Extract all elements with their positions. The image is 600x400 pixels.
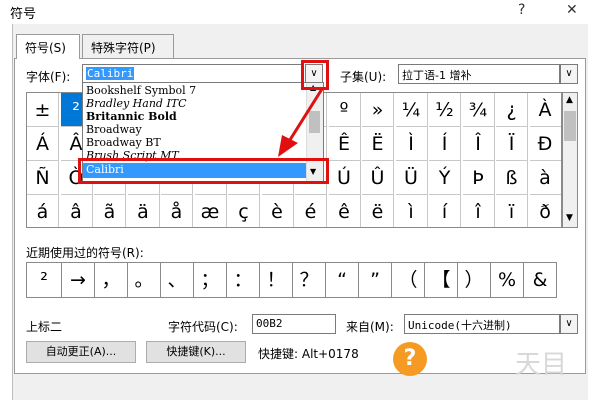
tab-special-characters[interactable]: 特殊字符(P) bbox=[82, 34, 174, 58]
symbol-cell[interactable]: é bbox=[295, 195, 327, 227]
symbol-cell[interactable]: ¿ bbox=[496, 93, 528, 127]
symbol-cell[interactable]: í bbox=[429, 195, 461, 227]
symbol-cell[interactable]: Î bbox=[462, 127, 495, 161]
symbol-cell[interactable]: Ê bbox=[328, 127, 361, 161]
subset-label: 子集(U): bbox=[340, 70, 387, 84]
symbol-cell[interactable]: á bbox=[27, 195, 59, 227]
symbol-cell[interactable]: à bbox=[529, 161, 561, 195]
symbol-cell[interactable]: ð bbox=[530, 195, 561, 227]
watermark-text: 天目 bbox=[515, 350, 568, 380]
window-title: 符号 bbox=[10, 7, 37, 22]
chevron-down-icon: ∨ bbox=[565, 68, 573, 79]
recent-symbol-cell[interactable]: → bbox=[61, 262, 95, 298]
subset-dropdown-button[interactable]: ∨ bbox=[560, 64, 578, 84]
symbol-cell[interactable]: å bbox=[161, 195, 193, 227]
symbol-cell[interactable]: ½ bbox=[429, 93, 461, 127]
recent-symbol-cell[interactable]: ： bbox=[226, 262, 260, 298]
symbol-cell[interactable]: è bbox=[262, 195, 294, 227]
symbol-cell[interactable]: º bbox=[328, 93, 361, 127]
symbol-cell[interactable]: ¼ bbox=[395, 93, 428, 127]
symbol-cell[interactable]: Þ bbox=[462, 161, 495, 195]
chevron-down-icon: ∨ bbox=[565, 318, 573, 329]
symbol-cell[interactable]: î bbox=[463, 195, 495, 227]
symbol-cell[interactable]: À bbox=[529, 93, 561, 127]
symbol-cell[interactable]: Đ bbox=[529, 127, 561, 161]
subset-combo[interactable]: 拉丁语-1 增补 bbox=[398, 64, 560, 84]
recent-symbol-cell[interactable]: & bbox=[523, 262, 557, 298]
background-window bbox=[0, 24, 12, 400]
shortcut-key-button[interactable]: 快捷键(K)... bbox=[146, 341, 246, 363]
from-combo[interactable]: Unicode(十六进制) bbox=[404, 314, 560, 334]
symbol-cell[interactable]: ç bbox=[228, 195, 260, 227]
scroll-down-icon[interactable]: ▼ bbox=[566, 213, 573, 223]
symbol-cell[interactable]: ¾ bbox=[462, 93, 495, 127]
symbol-cell[interactable]: æ bbox=[195, 195, 227, 227]
character-name: 上标二 bbox=[26, 320, 63, 334]
symbol-cell[interactable]: Á bbox=[27, 127, 59, 161]
recent-symbol-cell[interactable]: 【 bbox=[424, 262, 458, 298]
recent-symbol-cell[interactable]: ” bbox=[358, 262, 392, 298]
grid-scrollbar[interactable]: ▲ ▼ bbox=[562, 92, 578, 228]
symbol-cell[interactable]: ì bbox=[396, 195, 428, 227]
from-dropdown-button[interactable]: ∨ bbox=[560, 314, 578, 334]
font-combo-value: Calibri bbox=[86, 67, 135, 80]
help-button[interactable]: ? bbox=[518, 2, 525, 18]
title-bar bbox=[0, 0, 600, 24]
tab-symbols[interactable]: 符号(S) bbox=[16, 34, 80, 59]
close-button[interactable]: ✕ bbox=[566, 2, 578, 18]
symbol-cell[interactable]: Í bbox=[429, 127, 461, 161]
symbol-cell[interactable]: Ú bbox=[328, 161, 361, 195]
symbol-cell[interactable]: â bbox=[61, 195, 93, 227]
recent-symbol-cell[interactable]: 。 bbox=[127, 262, 161, 298]
symbol-cell[interactable]: Ý bbox=[429, 161, 461, 195]
scroll-up-icon[interactable]: ▲ bbox=[566, 95, 573, 105]
recent-label: 近期使用过的符号(R): bbox=[26, 246, 144, 260]
symbol-cell[interactable]: Ï bbox=[496, 127, 528, 161]
scroll-thumb[interactable] bbox=[564, 111, 576, 141]
symbol-cell[interactable]: Û bbox=[362, 161, 394, 195]
symbol-cell[interactable]: Ë bbox=[362, 127, 394, 161]
font-option[interactable]: Bookshelf Symbol 7 bbox=[86, 84, 196, 97]
char-code-label: 字符代码(C): bbox=[168, 320, 238, 334]
autocorrect-button[interactable]: 自动更正(A)... bbox=[26, 341, 136, 363]
recent-symbol-cell[interactable]: ！ bbox=[259, 262, 293, 298]
font-option[interactable]: Broadway BT bbox=[86, 136, 161, 149]
symbol-cell[interactable]: Ñ bbox=[27, 161, 59, 195]
symbol-cell[interactable]: ê bbox=[329, 195, 361, 227]
recent-symbol-cell[interactable]: ？ bbox=[292, 262, 326, 298]
char-code-input[interactable]: 00B2 bbox=[252, 314, 336, 334]
watermark-logo: ? 天目 bbox=[385, 338, 595, 384]
font-label: 字体(F): bbox=[26, 70, 71, 84]
recent-symbol-cell[interactable]: % bbox=[490, 262, 524, 298]
shortcut-text: 快捷键: Alt+0178 bbox=[258, 347, 359, 361]
recent-symbol-cell[interactable]: ； bbox=[193, 262, 227, 298]
font-combo[interactable]: Calibri bbox=[82, 64, 304, 84]
from-label: 来自(M): bbox=[346, 320, 394, 334]
font-option[interactable]: Bradley Hand ITC bbox=[86, 97, 187, 110]
recent-symbol-cell[interactable]: “ bbox=[325, 262, 359, 298]
highlight-calibri-box bbox=[78, 158, 329, 184]
recent-symbol-cell[interactable]: （ bbox=[391, 262, 425, 298]
symbol-cell[interactable]: ã bbox=[94, 195, 126, 227]
recent-symbol-cell[interactable]: 、 bbox=[160, 262, 194, 298]
recent-symbol-cell[interactable]: ） bbox=[457, 262, 491, 298]
recent-symbol-cell[interactable]: ， bbox=[94, 262, 128, 298]
symbol-cell[interactable]: ä bbox=[128, 195, 160, 227]
recent-symbol-cell[interactable]: ² bbox=[26, 262, 62, 298]
symbol-cell[interactable]: » bbox=[362, 93, 394, 127]
symbol-cell[interactable]: ß bbox=[496, 161, 528, 195]
watermark-icon: ? bbox=[393, 342, 427, 376]
font-option[interactable]: Broadway bbox=[86, 123, 142, 136]
symbol-cell[interactable]: Ü bbox=[395, 161, 428, 195]
symbol-cell[interactable]: ± bbox=[27, 93, 59, 127]
font-option[interactable]: Britannic Bold bbox=[86, 110, 177, 123]
symbol-cell[interactable]: Ì bbox=[395, 127, 428, 161]
symbol-cell[interactable]: ë bbox=[362, 195, 394, 227]
symbol-cell[interactable]: ï bbox=[496, 195, 528, 227]
red-arrow-icon bbox=[278, 88, 324, 157]
